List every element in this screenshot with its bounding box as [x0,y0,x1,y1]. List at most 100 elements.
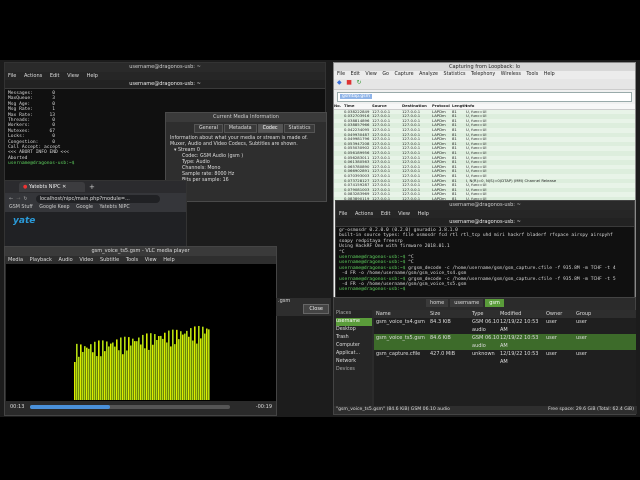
back-icon[interactable]: ← [9,196,13,202]
bookmark[interactable]: GSM Stuff [9,205,33,210]
shark-fin-icon[interactable]: ◆ [337,79,342,86]
ws-menu-tools[interactable]: Tools [526,72,538,77]
vlc-menu-view[interactable]: View [145,257,157,263]
browser-tab[interactable]: ● Yatebts NIPC ✕ [19,182,85,192]
file-list[interactable]: Name Size Type Modified Owner Group gsm_… [374,310,636,406]
seek-bar[interactable] [30,405,230,409]
place-desktop[interactable]: Desktop [336,326,372,334]
menu-file[interactable]: File [339,211,347,217]
spectrum-bar [132,338,134,400]
ws-menu-go[interactable]: Go [382,72,389,77]
menu-actions[interactable]: Actions [355,211,373,217]
status-bar: "gsm_voice_ts5.gsm" (84.6 KiB) GSM 06.10… [334,406,637,414]
file-cell: gsm_voice_ts5.gsm [376,335,425,341]
tab-general[interactable]: General [194,124,223,133]
breadcrumb-gsm[interactable]: gsm [485,299,504,307]
reload-icon[interactable]: ↻ [23,196,27,202]
stop-icon[interactable]: ■ [346,79,352,86]
vlc-menu-playback[interactable]: Playback [30,257,52,263]
tab-codec[interactable]: Codec [257,124,283,133]
file-cell: 84.3 KiB [430,319,451,325]
status-free-space: Free space: 29.6 GiB (Total: 62.4 GiB) [548,407,634,412]
ws-menu-file[interactable]: File [337,72,345,77]
address-bar[interactable]: localhost/nipc/main.php?module=... [35,194,160,203]
menu-help[interactable]: Help [87,73,98,79]
close-button[interactable]: Close [303,304,329,314]
place-network[interactable]: Network [336,358,372,366]
vlc-menu-media[interactable]: Media [8,257,23,263]
spectrum-bar [144,348,146,400]
packet-list[interactable]: No. Time Source Destination Protocol Len… [334,103,635,202]
vlc-menu-video[interactable]: Video [79,257,93,263]
spectrum-bar [196,343,198,400]
ws-menu-edit[interactable]: Edit [351,72,360,77]
spectrum-bar [114,346,116,400]
close-tab-icon[interactable]: ✕ [62,184,66,190]
terminal-1-tab[interactable]: username@dragonos-usb: ~ [5,80,325,89]
ws-menu-capture[interactable]: Capture [395,72,414,77]
spectrum-bar [128,337,130,400]
spectrum-bar [178,339,180,400]
spectrum-bar [88,348,90,400]
place-trash[interactable]: Trash [336,334,372,342]
bookmark[interactable]: Google Keep [39,205,69,210]
breadcrumb-home[interactable]: home [426,299,449,307]
spectrum-bar [80,344,82,400]
bookmark[interactable]: Yatebts NIPC [100,205,130,210]
ws-menu-telephony[interactable]: Telephony [471,72,495,77]
spectrum-bar [138,337,140,400]
place-username[interactable]: username [336,318,372,326]
menu-edit[interactable]: Edit [381,211,391,217]
places-header: Places [336,311,352,316]
media-info-footer: .gsm Close [276,298,331,316]
vlc-menu-audio[interactable]: Audio [59,257,73,263]
file-row[interactable]: gsm_voice_ts4.gsm 84.3 KiB GSM 06.10 audio… [374,318,636,334]
place-computer[interactable]: Computer [336,342,372,350]
spectrum-bar [98,340,100,400]
new-tab-button[interactable]: + [89,183,95,191]
display-filter-input[interactable]: gsmtap.gsm [337,92,632,102]
terminal-window-2[interactable]: username@dragonos-usb: ~ File Actions Ed… [335,200,635,298]
menu-view[interactable]: View [398,211,410,217]
place-applications[interactable]: Applicat... [336,350,372,358]
file-cell: 427.0 MiB [430,351,456,357]
yate-logo: yate [13,216,36,226]
spectrum-bar [176,329,178,400]
bookmark[interactable]: Google [76,205,93,210]
tab-statistics[interactable]: Statistics [283,124,316,133]
forward-icon[interactable]: → [16,196,20,202]
spectrum-bar [154,334,156,400]
vlc-window[interactable]: gsm_voice_ts5.gsm - VLC media player Med… [4,246,277,416]
ws-menu-statistics[interactable]: Statistics [444,72,466,77]
tab-metadata[interactable]: Metadata [223,124,257,133]
media-info-dialog[interactable]: Current Media Information General Metada… [165,112,327,202]
menu-view[interactable]: View [67,73,79,79]
ws-menu-help[interactable]: Help [544,72,555,77]
vlc-menu-tools[interactable]: Tools [126,257,138,263]
vlc-menu-subtitle[interactable]: Subtitle [100,257,119,263]
menu-file[interactable]: File [8,73,16,79]
terminal-prompt: username@dragonos-usb:~$ [339,287,406,293]
breadcrumb-username[interactable]: username [450,299,484,307]
terminal-2-output[interactable]: gr-osmosdr 0.2.0.0 (0.2.0) gnuradio 3.8.… [336,227,634,294]
spectrum-bar [174,344,176,400]
ws-menu-analyze[interactable]: Analyze [419,72,438,77]
file-row[interactable]: gsm_voice_ts5.gsm 84.6 KiB GSM 06.10 audio… [374,334,636,350]
terminal-2-menubar: File Actions Edit View Help [336,210,634,218]
menu-help[interactable]: Help [418,211,429,217]
file-manager-window[interactable]: home username gsm Places username Deskto… [333,297,637,415]
vlc-menu-help[interactable]: Help [163,257,174,263]
spectrum-bar [152,344,154,400]
spectrum-bar [200,338,202,400]
restart-icon[interactable]: ↻ [356,79,361,86]
ws-menu-wireless[interactable]: Wireless [501,72,521,77]
file-row[interactable]: gsm_capture.cfile 427.0 MiB unknown 12/19/2… [374,350,636,366]
menu-actions[interactable]: Actions [24,73,42,79]
ws-menu-view[interactable]: View [365,72,376,77]
menu-edit[interactable]: Edit [50,73,60,79]
spectrum-bar [130,345,132,400]
file-cell: user [546,335,557,341]
spectrum-bar [108,346,110,400]
terminal-2-tab[interactable]: username@dragonos-usb: ~ [336,218,634,227]
spectrum-bar [84,346,86,400]
